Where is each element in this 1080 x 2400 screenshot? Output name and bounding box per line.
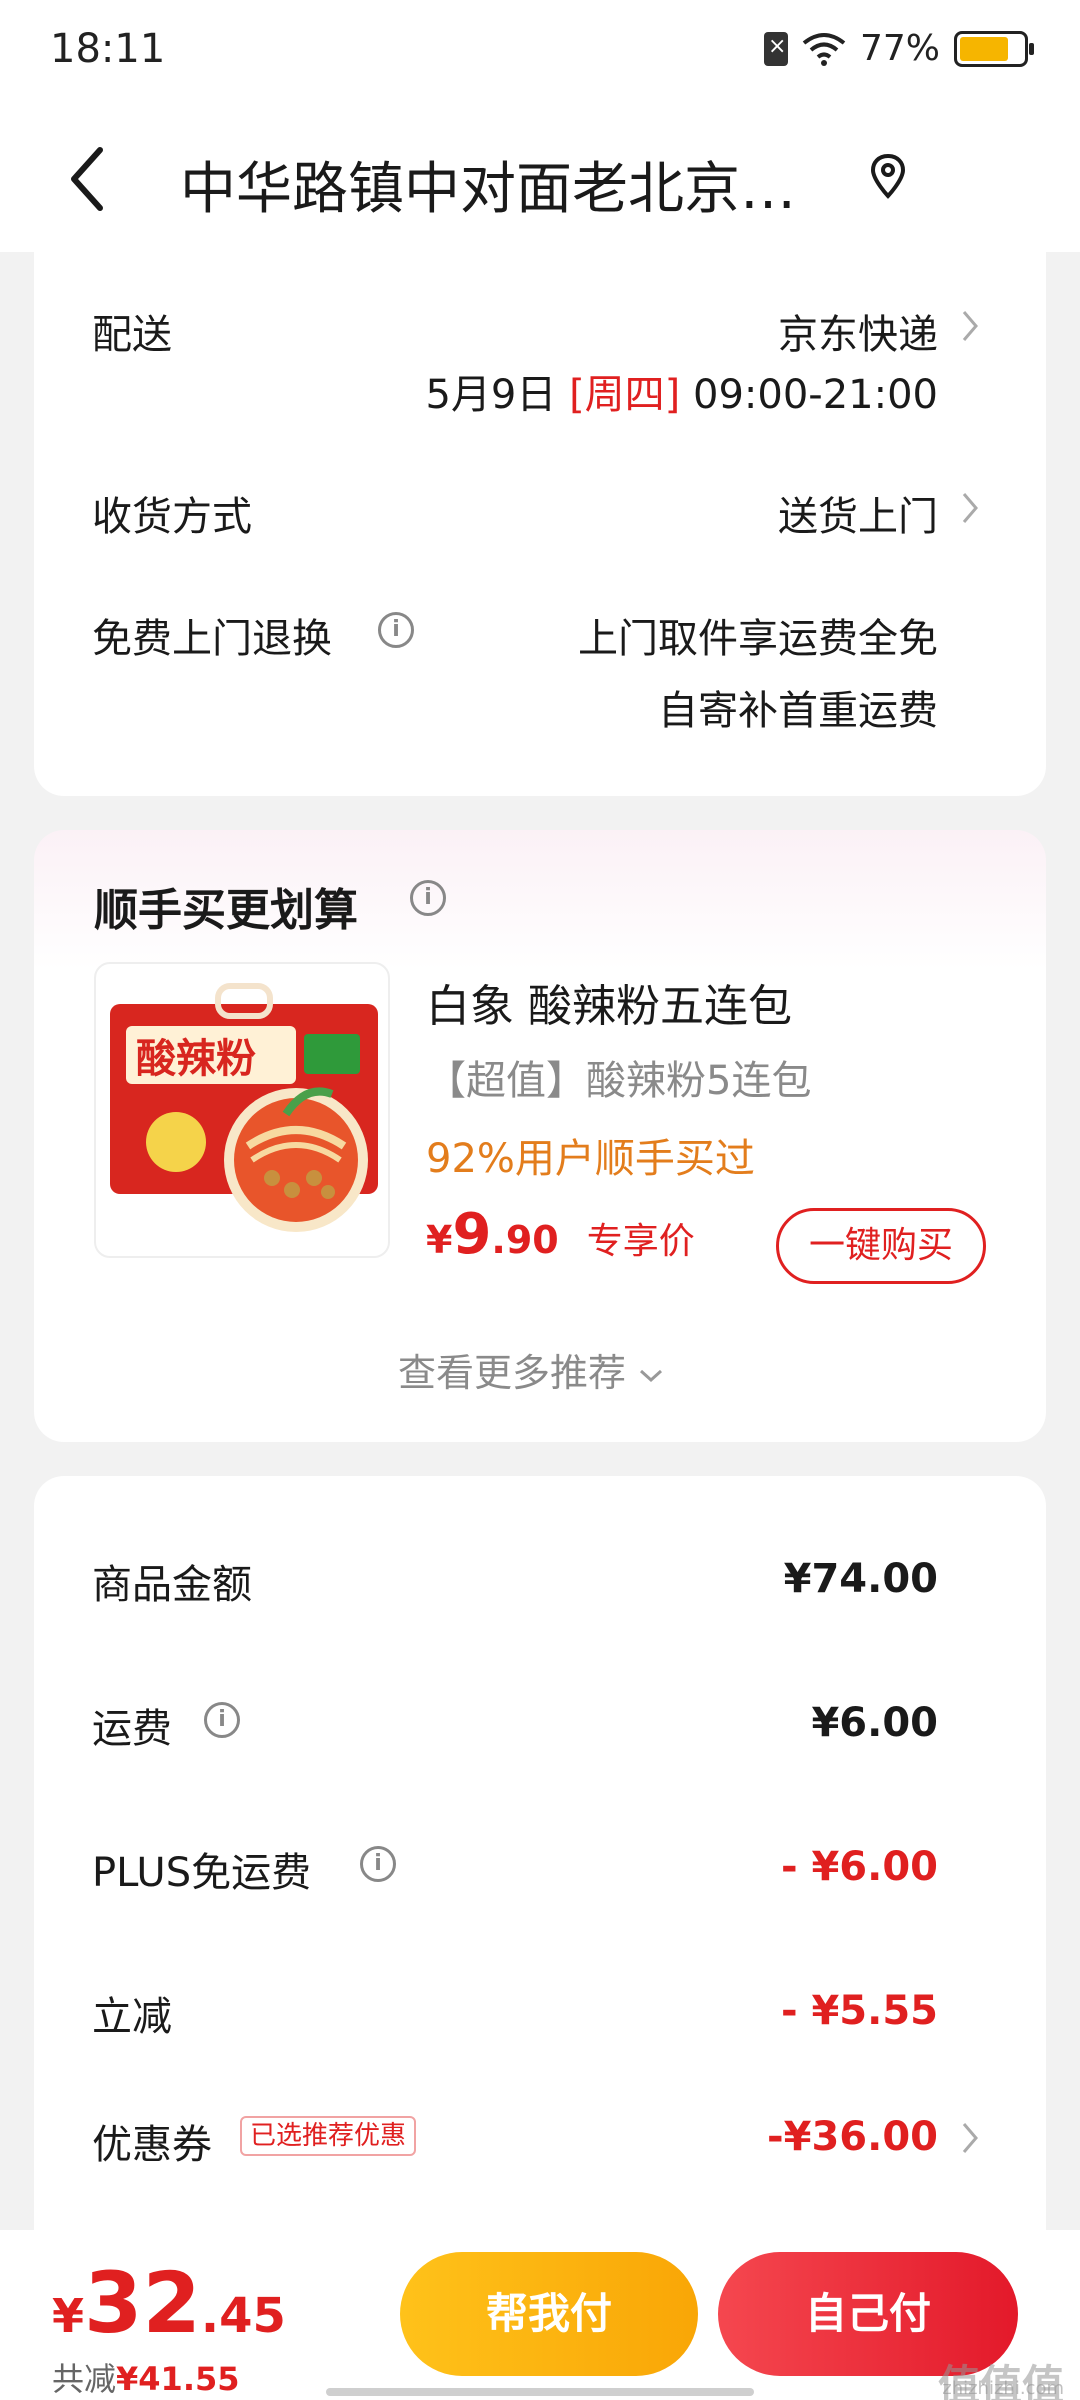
chevron-down-icon (640, 1369, 663, 1382)
status-bar: 18:11 77% (0, 0, 1080, 100)
location-pin-icon[interactable] (868, 152, 908, 202)
price-currency: ¥ (426, 1218, 453, 1262)
saved-label: 共减 (52, 2360, 117, 2398)
product-image[interactable]: 酸辣粉 (94, 962, 390, 1258)
total-int: 32 (84, 2254, 201, 2352)
info-icon[interactable]: i (360, 1846, 396, 1882)
home-indicator[interactable] (326, 2388, 754, 2396)
delivery-carrier[interactable]: 京东快递 (778, 302, 938, 360)
free-return-line2: 自寄补首重运费 (658, 688, 938, 734)
upsell-card: 顺手买更划算 i 酸辣粉 白象 酸辣粉五连包 【超值】酸辣粉5连包 92%用户顺… (34, 830, 1046, 1442)
info-icon[interactable]: i (410, 880, 446, 916)
product-price: ¥9.90 专享价 (426, 1202, 695, 1267)
battery-icon (954, 30, 1034, 67)
more-recommendations-label: 查看更多推荐 (398, 1351, 627, 1395)
delivery-time-window: 09:00-21:00 (693, 372, 938, 418)
goods-amount-label: 商品金额 (92, 1562, 252, 1608)
bought-note: 92%用户顺手买过 (426, 1136, 755, 1182)
price-dec: .90 (491, 1218, 559, 1262)
receive-method-label: 收货方式 (92, 494, 252, 540)
one-click-buy-button[interactable]: 一键购买 (776, 1208, 986, 1284)
wifi-icon (802, 32, 846, 66)
chevron-right-icon[interactable] (960, 490, 980, 526)
shipping-value: ¥6.00 (811, 1700, 938, 1746)
goods-amount-value: ¥74.00 (783, 1556, 938, 1602)
upsell-title: 顺手买更划算 (94, 885, 358, 936)
back-arrow-icon[interactable] (60, 144, 116, 214)
total-currency: ¥ (52, 2289, 85, 2343)
product-image-text: 酸辣粉 (136, 1036, 256, 1082)
help-me-pay-button[interactable]: 帮我付 (400, 2252, 698, 2376)
price-tag: 专享价 (586, 1221, 695, 1262)
free-return-label: 免费上门退换 (92, 616, 332, 662)
product-desc: 【超值】酸辣粉5连包 (426, 1058, 812, 1104)
sim-off-icon (763, 31, 788, 66)
status-icons: 77% (763, 28, 1034, 69)
battery-percent: 77% (859, 28, 940, 69)
price-int: 9 (452, 1202, 492, 1267)
delivery-date: 5月9日 (425, 372, 557, 418)
delivery-label: 配送 (92, 312, 172, 358)
watermark-url: zhizhizhi.com (942, 2378, 1064, 2399)
chevron-right-icon[interactable] (960, 308, 980, 344)
info-icon[interactable]: i (204, 1702, 240, 1738)
shipping-label: 运费 (92, 1706, 172, 1752)
instant-discount-value: - ¥5.55 (780, 1988, 938, 2034)
info-icon[interactable]: i (378, 612, 414, 648)
coupon-label: 优惠券 (92, 2122, 212, 2168)
receive-method-value[interactable]: 送货上门 (778, 484, 938, 542)
plus-free-shipping-value: - ¥6.00 (780, 1844, 938, 1890)
header: 中华路镇中对面老北京… (0, 100, 1080, 252)
delivery-weekday: [周四] (569, 372, 681, 418)
total-dec: .45 (200, 2288, 286, 2344)
coupon-tag: 已选推荐优惠 (240, 2116, 417, 2156)
total-price: ¥32.45 (52, 2254, 286, 2352)
saved-amount: 共减¥41.55 (52, 2354, 240, 2400)
coupon-value[interactable]: -¥36.00 (767, 2114, 938, 2160)
instant-discount-label: 立减 (92, 1994, 172, 2040)
delivery-card: 配送 京东快递 5月9日 [周四] 09:00-21:00 收货方式 送货上门 … (34, 252, 1046, 796)
more-recommendations[interactable]: 查看更多推荐 (398, 1342, 664, 1397)
address-title[interactable]: 中华路镇中对面老北京… (180, 144, 796, 225)
checkout-bar: ¥32.45 共减¥41.55 帮我付 自己付 (0, 2230, 1080, 2400)
chevron-right-icon[interactable] (960, 2120, 980, 2156)
delivery-time: 5月9日 [周四] 09:00-21:00 (425, 362, 938, 420)
product-name[interactable]: 白象 酸辣粉五连包 (426, 970, 792, 1034)
status-time: 18:11 (50, 26, 166, 72)
plus-free-shipping-label: PLUS免运费 (92, 1850, 312, 1896)
free-return-line1: 上门取件享运费全免 (578, 616, 938, 662)
saved-value: ¥41.55 (116, 2360, 240, 2398)
